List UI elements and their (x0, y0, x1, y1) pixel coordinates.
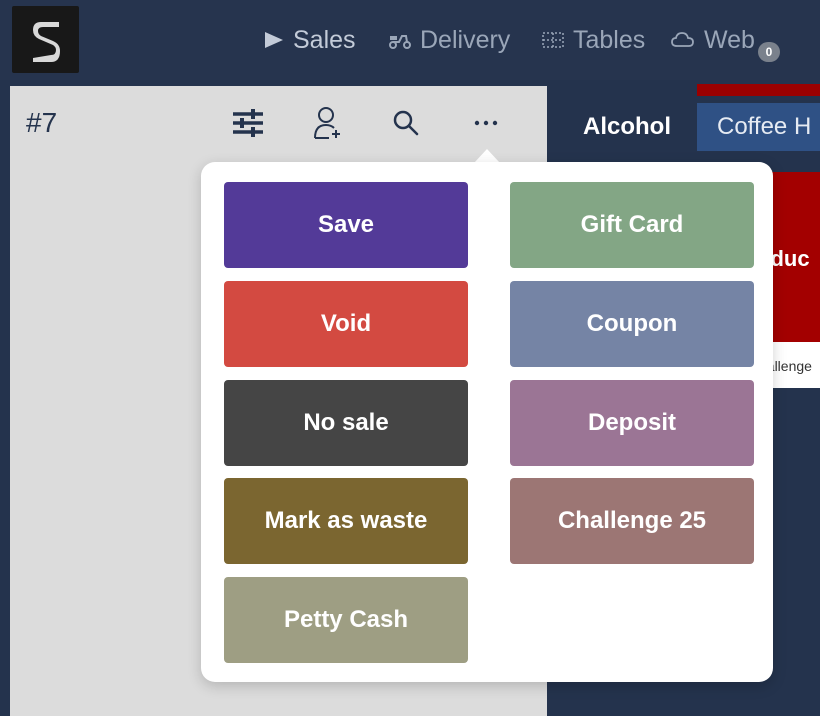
play-icon (263, 30, 285, 50)
void-button[interactable]: Void (224, 281, 468, 367)
actions-popover: Save Gift Card Void Coupon No sale Depos… (201, 162, 773, 682)
nav-delivery[interactable]: Delivery (388, 24, 510, 56)
mark-as-waste-button[interactable]: Mark as waste (224, 478, 468, 564)
tab-alcohol[interactable]: Alcohol (563, 103, 697, 151)
save-button[interactable]: Save (224, 182, 468, 268)
add-customer-button[interactable] (308, 103, 348, 143)
web-order-count-badge: 0 (758, 42, 780, 62)
no-sale-button[interactable]: No sale (224, 380, 468, 466)
sliders-icon (233, 109, 263, 137)
search-icon (393, 110, 419, 136)
scooter-icon (388, 30, 412, 50)
nav-delivery-label: Delivery (420, 25, 511, 54)
deposit-button[interactable]: Deposit (510, 380, 754, 466)
tab-color-indicator (697, 84, 820, 96)
popover-arrow (474, 149, 500, 163)
order-settings-button[interactable] (228, 103, 268, 143)
nav-web[interactable]: Web (670, 24, 755, 56)
logo-icon (32, 21, 60, 62)
cloud-icon (670, 30, 696, 50)
gift-card-button[interactable]: Gift Card (510, 182, 754, 268)
nav-web-label: Web (704, 25, 755, 54)
coupon-button[interactable]: Coupon (510, 281, 754, 367)
more-icon (474, 120, 498, 126)
tab-coffee[interactable]: Coffee H (697, 103, 820, 151)
petty-cash-button[interactable]: Petty Cash (224, 577, 468, 663)
add-customer-icon (314, 107, 340, 139)
search-button[interactable] (386, 103, 426, 143)
nav-tables[interactable]: Tables (541, 24, 645, 56)
tables-icon (541, 30, 565, 50)
nav-sales-label: Sales (293, 25, 356, 54)
more-options-button[interactable] (466, 103, 506, 143)
challenge-25-button[interactable]: Challenge 25 (510, 478, 754, 564)
nav-tables-label: Tables (573, 25, 646, 54)
app-logo[interactable] (12, 6, 79, 73)
nav-sales[interactable]: Sales (263, 24, 356, 56)
order-number: #7 (26, 107, 58, 138)
